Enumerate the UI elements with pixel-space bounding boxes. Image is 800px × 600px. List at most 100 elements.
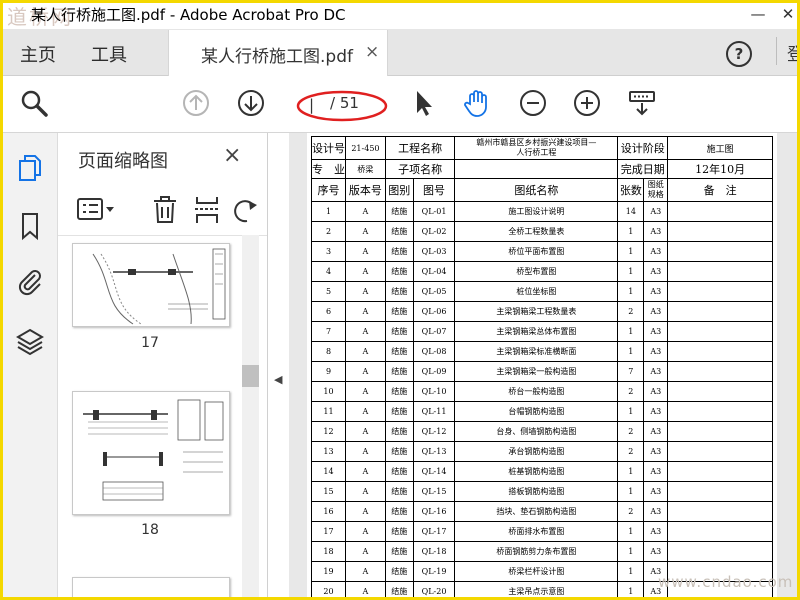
page-thumbnail-18[interactable]	[72, 391, 230, 515]
cell-ver: A	[345, 381, 386, 402]
search-icon[interactable]	[19, 88, 49, 118]
collapse-panel-icon[interactable]: ◀	[274, 373, 282, 386]
cell-no: QL-12	[412, 421, 456, 442]
page-up-icon[interactable]	[181, 88, 211, 118]
title-bar: 道桥网 某人行桥施工图.pdf - Adobe Acrobat Pro DC —…	[3, 3, 797, 29]
thumbnails-close-button[interactable]: ×	[223, 143, 241, 168]
cell-remark	[667, 401, 773, 422]
cell-spec: A3	[643, 281, 669, 302]
cell-ver: A	[345, 321, 386, 342]
bookmark-icon[interactable]	[15, 211, 45, 241]
cell-ver: A	[345, 401, 386, 422]
bottom-watermark: www.cndao.com	[658, 573, 794, 591]
col-name: 图纸名称	[454, 178, 619, 202]
page-down-icon[interactable]	[236, 88, 266, 118]
cell-ver: A	[345, 561, 386, 582]
cell-ver: A	[345, 281, 386, 302]
cell-spec: A3	[643, 521, 669, 542]
app-window: 道桥网 某人行桥施工图.pdf - Adobe Acrobat Pro DC —…	[0, 0, 800, 600]
table-row: 9 A 结施 QL-09 主梁钢箱梁一般构造图 7 A3	[311, 361, 773, 382]
cell-ver: A	[345, 201, 386, 222]
zoom-out-icon[interactable]	[518, 88, 548, 118]
design-no-value: 21-450	[345, 136, 386, 160]
cell-seq: 9	[311, 361, 346, 382]
cell-seq: 18	[311, 541, 346, 562]
cell-remark	[667, 341, 773, 362]
thumbnail-options-icon[interactable]	[76, 197, 116, 223]
document-tab[interactable]: 某人行桥施工图.pdf ×	[168, 30, 388, 76]
cell-no: QL-07	[412, 321, 456, 342]
menu-home[interactable]: 主页	[20, 41, 56, 67]
cell-name: 主梁钢箱梁总体布置图	[454, 321, 619, 342]
table-row: 10 A 结施 QL-10 桥台一般构造图 2 A3	[311, 381, 773, 402]
project-name-line1: 赣州市赣县区乡村振兴建设项目—	[476, 138, 597, 147]
cell-seq: 14	[311, 461, 346, 482]
cell-sheets: 1	[617, 281, 645, 302]
cell-seq: 7	[311, 321, 346, 342]
menu-bar: 主页 工具	[3, 29, 797, 76]
scroll-mode-icon[interactable]	[627, 88, 657, 118]
page-thumbnails-icon[interactable]	[15, 153, 45, 183]
thumbnail-scrollbar-thumb[interactable]	[242, 365, 259, 387]
cell-sheets: 14	[617, 201, 645, 222]
menu-divider	[776, 37, 777, 65]
cell-seq: 13	[311, 441, 346, 462]
table-row: 18 A 结施 QL-18 桥面钢筋剪力条布置图 1 A3	[311, 541, 773, 562]
cell-no: QL-08	[412, 341, 456, 362]
layers-icon[interactable]	[15, 327, 45, 357]
help-button[interactable]: ?	[726, 41, 752, 67]
page-thumbnail-19[interactable]	[72, 577, 230, 597]
col-sheets: 张数	[617, 178, 645, 202]
menu-tools[interactable]: 工具	[91, 41, 127, 67]
project-name-value: 赣州市赣县区乡村振兴建设项目— 人行桥工程	[454, 136, 619, 160]
cell-seq: 15	[311, 481, 346, 502]
cell-seq: 3	[311, 241, 346, 262]
cell-no: QL-15	[412, 481, 456, 502]
cell-cat: 结施	[384, 281, 414, 302]
cell-cat: 结施	[384, 521, 414, 542]
cell-remark	[667, 421, 773, 442]
tab-close-button[interactable]: ×	[365, 42, 379, 62]
table-row: 8 A 结施 QL-08 主梁钢箱梁标准横断面 1 A3	[311, 341, 773, 362]
cell-sheets: 1	[617, 581, 645, 597]
cell-sheets: 2	[617, 501, 645, 522]
rotate-page-icon[interactable]	[233, 195, 257, 225]
cell-cat: 结施	[384, 581, 414, 597]
cell-no: QL-10	[412, 381, 456, 402]
cell-spec: A3	[643, 381, 669, 402]
cell-sheets: 1	[617, 321, 645, 342]
zoom-in-icon[interactable]	[572, 88, 602, 118]
cell-seq: 10	[311, 381, 346, 402]
cell-name: 台帽钢筋构造图	[454, 401, 619, 422]
minimize-button[interactable]: —	[743, 3, 773, 29]
cell-seq: 19	[311, 561, 346, 582]
panel-splitter[interactable]: ◀	[268, 133, 288, 597]
cell-ver: A	[345, 341, 386, 362]
hand-tool-icon[interactable]	[462, 88, 492, 118]
cell-sheets: 1	[617, 341, 645, 362]
cell-no: QL-18	[412, 541, 456, 562]
cell-ver: A	[345, 361, 386, 382]
cell-name: 桥面排水布置图	[454, 521, 619, 542]
cell-cat: 结施	[384, 401, 414, 422]
cell-no: QL-01	[412, 201, 456, 222]
cell-ver: A	[345, 541, 386, 562]
page-thumbnail-17[interactable]	[72, 243, 230, 327]
cell-remark	[667, 441, 773, 462]
cell-seq: 11	[311, 401, 346, 422]
close-window-button[interactable]: ✕	[773, 3, 797, 29]
table-row: 4 A 结施 QL-04 桥型布置图 1 A3	[311, 261, 773, 282]
attachment-icon[interactable]	[15, 267, 45, 297]
cell-sheets: 1	[617, 241, 645, 262]
delete-page-icon[interactable]	[151, 195, 179, 225]
cell-name: 挡块、垫石钢筋构造图	[454, 501, 619, 522]
table-row: 5 A 结施 QL-05 桩位坐标图 1 A3	[311, 281, 773, 302]
select-cursor-icon[interactable]	[408, 88, 438, 118]
thumbnail-scrollbar[interactable]	[242, 235, 259, 597]
cell-spec: A3	[643, 421, 669, 442]
login-button[interactable]: 登	[787, 40, 797, 65]
cell-seq: 4	[311, 261, 346, 282]
insert-page-icon[interactable]	[193, 195, 221, 225]
toolbar	[3, 76, 797, 133]
cell-remark	[667, 301, 773, 322]
